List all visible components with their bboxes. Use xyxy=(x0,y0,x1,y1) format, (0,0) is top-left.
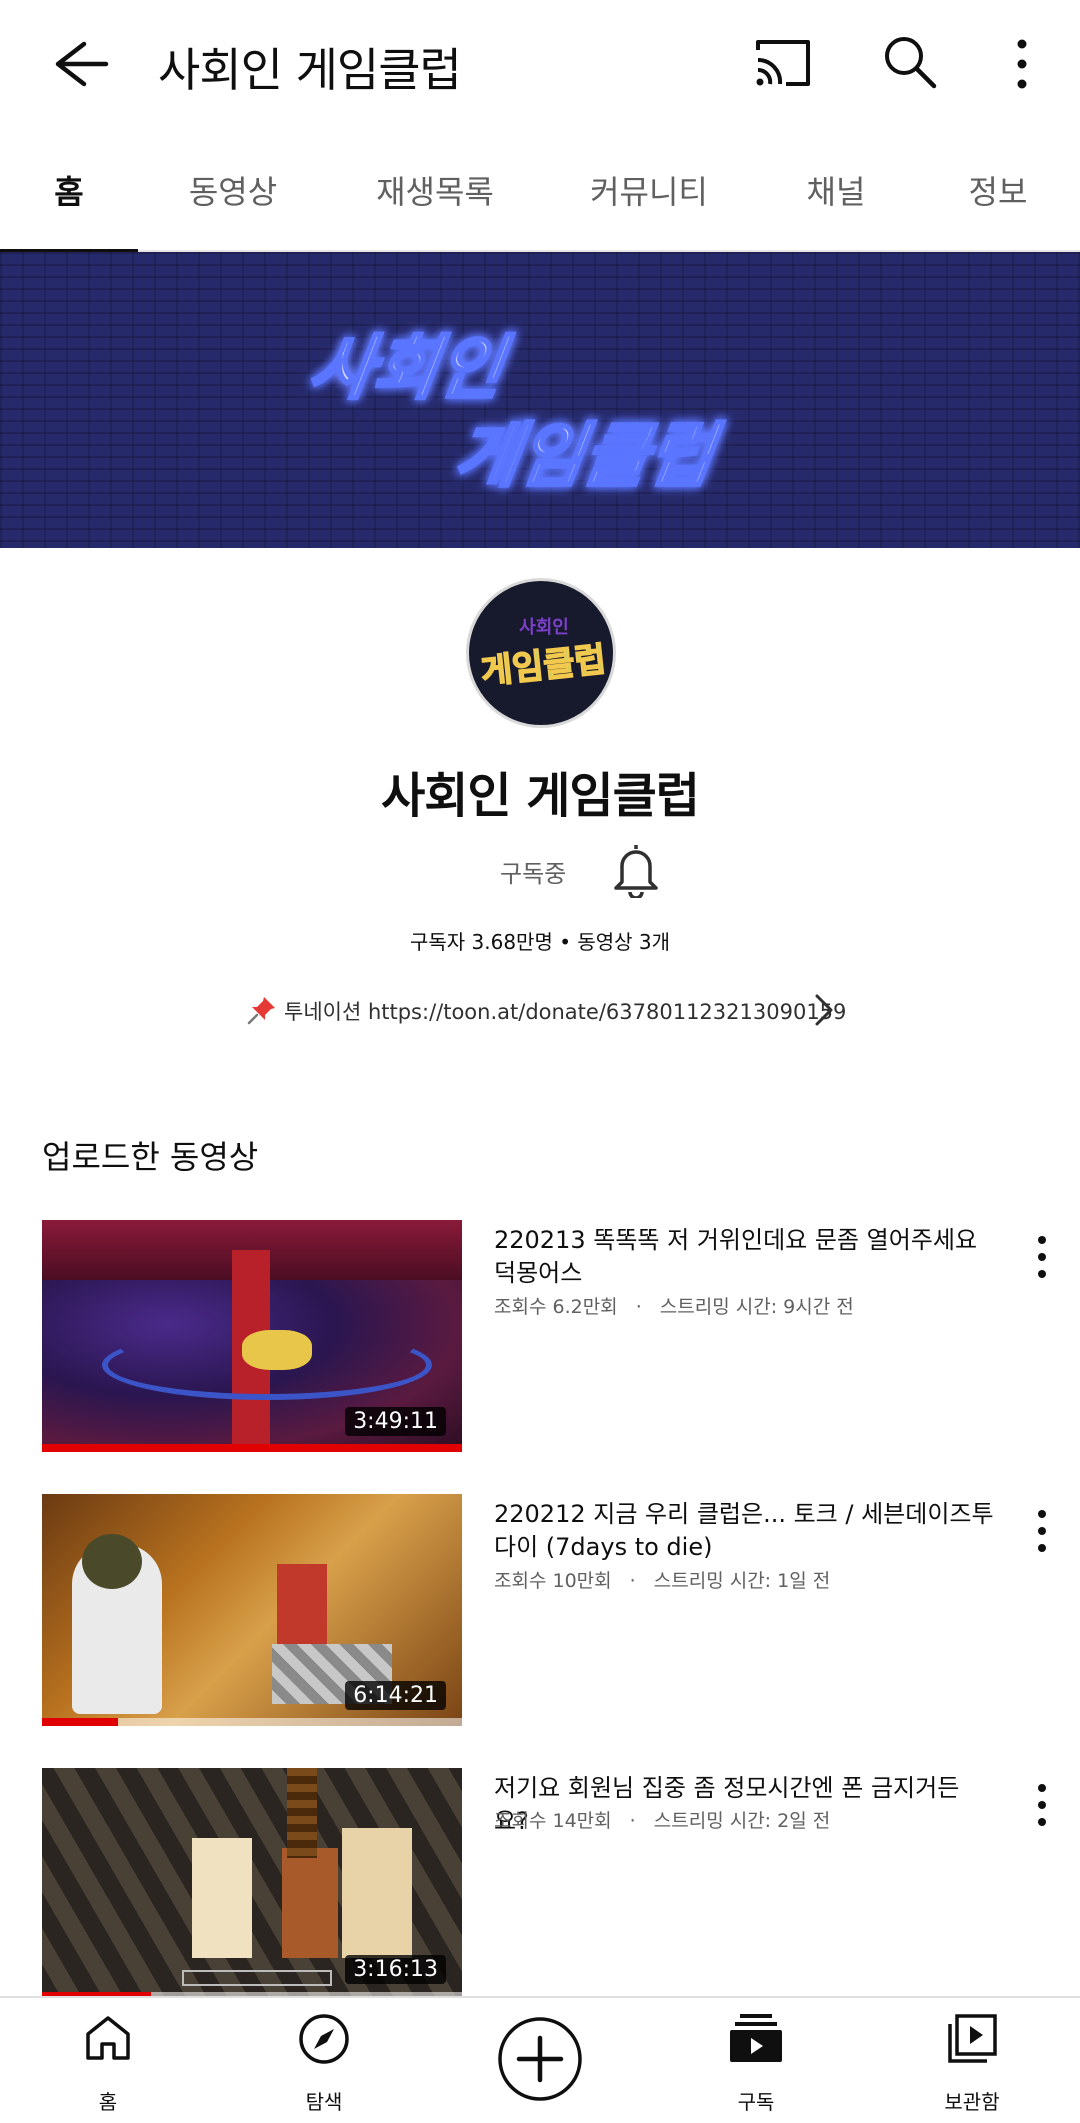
video-duration: 6:14:21 xyxy=(345,1681,446,1710)
video-streamed-time: 스트리밍 시간: 2일 전 xyxy=(653,1810,831,1832)
thumb-scene-character-1 xyxy=(192,1838,252,1958)
more-vert-icon[interactable] xyxy=(1000,36,1044,92)
library-icon xyxy=(948,2014,997,2063)
video-meta: 조회수 6.2만회 · 스트리밍 시간: 9시간 전 xyxy=(494,1292,854,1319)
watch-progress xyxy=(42,1718,118,1726)
meta-separator: · xyxy=(629,1810,636,1832)
channel-avatar[interactable]: 사회인 게임클럽 xyxy=(466,578,616,728)
video-more-icon[interactable] xyxy=(1024,1504,1060,1558)
search-icon[interactable] xyxy=(880,32,940,92)
video-item[interactable]: 6:14:21 220212 지금 우리 클럽은... 토크 / 세븐데이즈투다… xyxy=(0,1494,1080,1734)
pushpin-icon xyxy=(247,997,275,1025)
thumb-scene-character-2 xyxy=(282,1848,338,1958)
nav-subscriptions-label: 구독 xyxy=(737,2090,775,2114)
back-arrow-icon[interactable] xyxy=(40,34,110,94)
channel-name: 사회인 게임클럽 xyxy=(381,768,700,824)
nav-home-label: 홈 xyxy=(98,2090,118,2114)
create-plus-icon xyxy=(498,2017,582,2101)
video-item[interactable]: 3:16:13 저기요 회원님 집중 좀 정모시간엔 폰 금지거든요? 조회수 … xyxy=(0,1768,1080,2008)
channel-banner: 사회인 게임클럽 xyxy=(0,252,1080,548)
thumb-scene-character-3 xyxy=(342,1828,412,1958)
video-more-icon[interactable] xyxy=(1024,1778,1060,1832)
bottom-navigation: 홈 탐색 구독 보관함 xyxy=(0,1996,1080,2123)
video-streamed-time: 스트리밍 시간: 1일 전 xyxy=(653,1570,831,1592)
video-views: 조회수 14만회 xyxy=(494,1810,612,1832)
video-meta: 조회수 10만회 · 스트리밍 시간: 1일 전 xyxy=(494,1566,830,1593)
nav-create[interactable] xyxy=(460,1998,620,2123)
video-more-icon[interactable] xyxy=(1024,1230,1060,1284)
video-meta: 조회수 14만회 · 스트리밍 시간: 2일 전 xyxy=(494,1806,830,1833)
thumb-scene-head xyxy=(82,1534,142,1589)
video-title[interactable]: 220212 지금 우리 클럽은... 토크 / 세븐데이즈투다이 (7days… xyxy=(494,1498,994,1564)
nav-explore[interactable]: 탐색 xyxy=(244,1998,404,2123)
thumb-scene-players xyxy=(242,1330,312,1370)
home-icon xyxy=(86,2016,130,2060)
banner-logo: 사회인 게임클럽 xyxy=(302,326,727,499)
video-streamed-time: 스트리밍 시간: 9시간 전 xyxy=(659,1296,854,1318)
channel-tabs: 홈 동영상 재생목록 커뮤니티 채널 정보 xyxy=(0,128,1080,254)
channel-stats: 구독자 3.68만명 • 동영상 3개 xyxy=(409,930,671,954)
avatar-logo: 사회인 게임클럽 xyxy=(478,617,608,693)
video-views: 조회수 10만회 xyxy=(494,1570,612,1592)
video-duration: 3:49:11 xyxy=(345,1407,446,1436)
notification-bell-icon[interactable] xyxy=(610,840,662,898)
nav-subscriptions[interactable]: 구독 xyxy=(676,1998,836,2123)
tab-channels[interactable]: 채널 xyxy=(784,128,888,252)
donate-link[interactable]: 투네이션 https://toon.at/donate/637801123213… xyxy=(284,996,846,1026)
top-app-bar: 사회인 게임클럽 xyxy=(0,0,1080,128)
banner-line2: 게임클럽 xyxy=(450,415,726,497)
tab-about[interactable]: 정보 xyxy=(948,128,1048,252)
thumb-scene-hotbar xyxy=(182,1970,332,1986)
watch-progress xyxy=(42,1444,462,1452)
subscribed-button[interactable]: 구독중 xyxy=(500,854,566,889)
subscriptions-icon xyxy=(730,2014,782,2062)
channel-link-row[interactable]: 투네이션 https://toon.at/donate/637801123213… xyxy=(244,984,846,1034)
video-thumbnail[interactable]: 3:49:11 xyxy=(42,1220,462,1452)
chevron-right-icon[interactable] xyxy=(809,990,837,1030)
nav-library-label: 보관함 xyxy=(944,2090,1000,2114)
channel-title: 사회인 게임클럽 xyxy=(158,43,462,97)
nav-explore-label: 탐색 xyxy=(305,2090,343,2114)
tab-playlists[interactable]: 재생목록 xyxy=(362,128,508,252)
tab-home[interactable]: 홈 xyxy=(0,128,138,254)
tab-videos[interactable]: 동영상 xyxy=(168,128,298,252)
nav-home[interactable]: 홈 xyxy=(28,1998,188,2123)
video-duration: 3:16:13 xyxy=(345,1955,446,1984)
video-thumbnail[interactable]: 6:14:21 xyxy=(42,1494,462,1726)
meta-separator: · xyxy=(635,1296,642,1318)
tab-community[interactable]: 커뮤니티 xyxy=(576,128,722,252)
uploads-section-title: 업로드한 동영상 xyxy=(42,1138,259,1176)
video-item[interactable]: 3:49:11 220213 똑똑똑 저 거위인데요 문좀 열어주세요 덕몽어스… xyxy=(0,1220,1080,1460)
nav-library[interactable]: 보관함 xyxy=(892,1998,1052,2123)
explore-compass-icon xyxy=(299,2014,349,2064)
subscription-row: 구독중 xyxy=(500,840,670,900)
avatar-small-text: 사회인 xyxy=(519,617,569,638)
video-views: 조회수 6.2만회 xyxy=(494,1296,618,1318)
thumb-scene-ladder xyxy=(287,1768,317,1858)
cast-icon[interactable] xyxy=(752,36,814,92)
banner-line1: 사회인 xyxy=(304,327,516,409)
avatar-big-text: 게임클럽 xyxy=(479,640,608,693)
video-thumbnail[interactable]: 3:16:13 xyxy=(42,1768,462,2000)
video-title[interactable]: 220213 똑똑똑 저 거위인데요 문좀 열어주세요 덕몽어스 xyxy=(494,1224,994,1290)
meta-separator: · xyxy=(629,1570,636,1592)
